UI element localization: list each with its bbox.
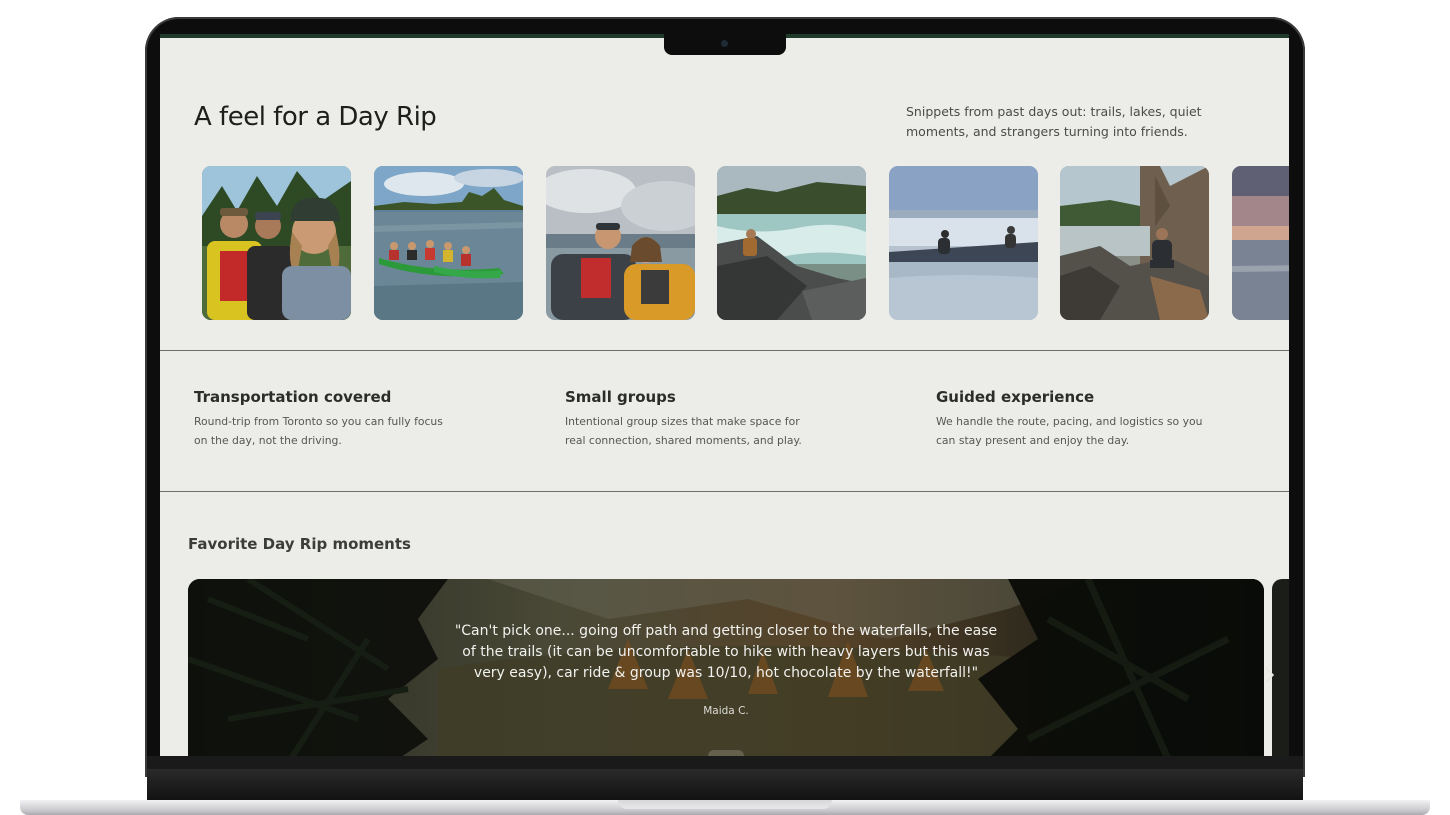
camera-notch [664,34,786,55]
feature-description: Round-trip from Toronto so you can fully… [194,415,443,447]
screen-bezel-bottom [147,756,1303,770]
section-divider [160,491,1289,492]
feature-guided-experience: Guided experience We handle the route, p… [936,388,1236,450]
gallery-photo-sunset-lake[interactable] [1232,166,1289,320]
laptop-screen: A feel for a Day Rip Snippets from past … [160,34,1289,756]
feature-title: Guided experience [936,388,1095,406]
feature-description: Intentional group sizes that make space … [565,415,802,447]
feature-description: We handle the route, pacing, and logisti… [936,415,1203,447]
testimonial-card[interactable]: "Can't pick one... going off path and ge… [188,579,1264,756]
gallery-photo-rocky-shore[interactable] [1060,166,1209,320]
feature-small-groups: Small groups Intentional group sizes tha… [565,388,865,450]
chevron-right-icon[interactable] [1264,666,1280,686]
camera-icon [721,40,728,47]
page-title: A feel for a Day Rip [194,102,437,132]
laptop-hinge [147,769,1303,801]
gallery-photo-waterfall[interactable] [717,166,866,320]
feature-title: Small groups [565,388,676,406]
intro-text: Snippets from past days out: trails, lak… [906,104,1202,139]
gallery-photo-group-selfie[interactable] [202,166,351,320]
feature-title: Transportation covered [194,388,392,406]
feature-transportation: Transportation covered Round-trip from T… [194,388,494,450]
gallery-photo-canoe-lake[interactable] [374,166,523,320]
laptop-base-notch [618,800,832,809]
section-divider [160,350,1289,351]
photo-gallery[interactable] [202,166,1289,320]
testimonial-author: Maida C. [703,705,749,717]
testimonial-quote: "Can't pick one... going off path and ge… [454,623,998,681]
moments-title: Favorite Day Rip moments [188,535,411,553]
gallery-photo-paddlers[interactable] [546,166,695,320]
gallery-photo-frozen-lake[interactable] [889,166,1038,320]
